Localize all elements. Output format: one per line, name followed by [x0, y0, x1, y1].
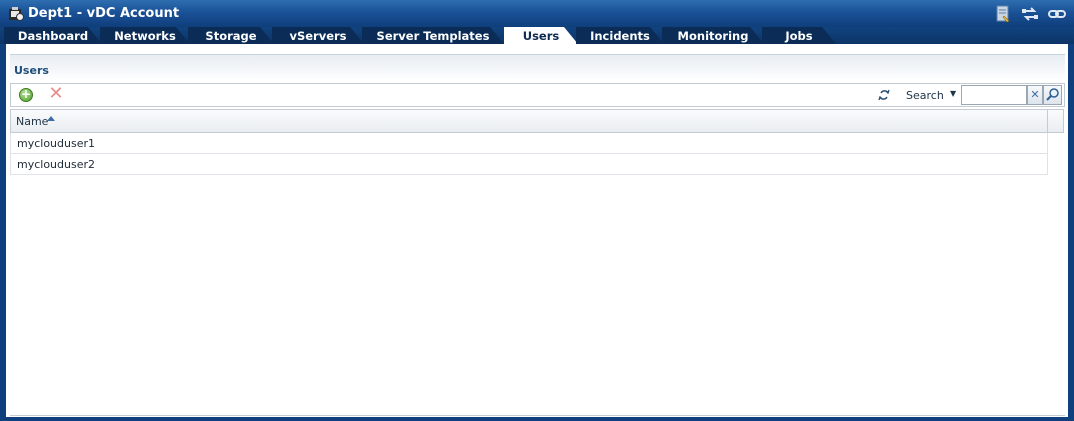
- table-row[interactable]: myclouduser1: [10, 133, 1048, 154]
- user-name-cell: myclouduser2: [17, 158, 96, 171]
- tab-dashboard[interactable]: Dashboard: [4, 27, 102, 44]
- tab-storage[interactable]: Storage: [188, 27, 274, 44]
- search-icon[interactable]: [1043, 85, 1062, 105]
- table-row[interactable]: myclouduser2: [10, 154, 1048, 175]
- clear-search-icon[interactable]: ✕: [1027, 85, 1043, 105]
- tab-bar: Dashboard Networks Storage vServers Serv…: [0, 27, 1074, 44]
- window-title: Dept1 - vDC Account: [28, 6, 180, 21]
- content-area: Users + ✕ Search ▼ ✕ Name myclouduser1 m…: [6, 44, 1068, 417]
- tab-label: Networks: [114, 29, 176, 43]
- tab-label: Dashboard: [17, 29, 89, 43]
- tab-jobs[interactable]: Jobs: [762, 27, 836, 44]
- chevron-down-icon[interactable]: ▼: [950, 89, 956, 98]
- tab-label: Monitoring: [677, 29, 749, 43]
- tab-monitoring[interactable]: Monitoring: [662, 27, 764, 44]
- column-header-name[interactable]: Name: [16, 115, 48, 128]
- delete-icon[interactable]: ✕: [48, 85, 64, 103]
- table-header: Name: [10, 109, 1048, 133]
- panel-title: Users: [14, 64, 49, 77]
- sort-ascending-icon[interactable]: [47, 116, 55, 121]
- tab-label: Jobs: [785, 29, 813, 43]
- tab-label: Server Templates: [376, 29, 490, 43]
- header-scroll-spacer: [1048, 109, 1064, 133]
- toolbar: + ✕ Search ▼ ✕: [10, 83, 1065, 107]
- panel-bottom-border: [10, 415, 1065, 416]
- refresh-icon[interactable]: [877, 88, 891, 102]
- users-table: Name myclouduser1 myclouduser2: [10, 109, 1048, 175]
- tab-label: Storage: [205, 29, 257, 43]
- tab-incidents[interactable]: Incidents: [576, 27, 664, 44]
- notes-icon[interactable]: [994, 5, 1012, 23]
- tab-label: vServers: [289, 29, 347, 43]
- title-bar: Dept1 - vDC Account: [0, 0, 1074, 28]
- tab-users[interactable]: Users: [504, 27, 578, 44]
- switch-icon[interactable]: [1021, 5, 1039, 23]
- tab-label: Incidents: [590, 29, 650, 43]
- add-icon[interactable]: +: [19, 88, 33, 102]
- tab-networks[interactable]: Networks: [100, 27, 190, 44]
- account-icon: [8, 6, 24, 22]
- search-menu-label[interactable]: Search: [906, 89, 944, 102]
- tab-vservers[interactable]: vServers: [272, 27, 364, 44]
- panel-header: Users: [10, 54, 1065, 80]
- link-icon[interactable]: [1048, 5, 1066, 23]
- tab-server-templates[interactable]: Server Templates: [362, 27, 504, 44]
- search-input[interactable]: [961, 85, 1027, 105]
- user-name-cell: myclouduser1: [17, 137, 96, 150]
- tab-label: Users: [522, 29, 560, 43]
